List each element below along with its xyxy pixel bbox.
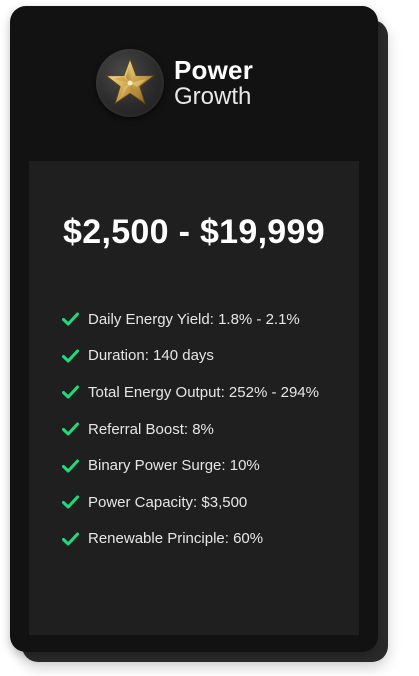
gold-star-icon <box>96 49 164 117</box>
plan-card: Power Growth $2,500 - $19,999 Daily Ener… <box>10 6 378 652</box>
check-icon <box>62 495 79 509</box>
feature-item: Referral Boost: 8% <box>62 411 319 448</box>
plan-name-line1: Power <box>174 55 254 85</box>
plan-brand: Power Growth <box>96 48 253 118</box>
plan-name-line2: Growth <box>174 83 252 110</box>
feature-text: Power Capacity: $3,500 <box>88 493 248 511</box>
check-icon <box>62 349 79 363</box>
feature-item: Duration: 140 days <box>62 338 319 375</box>
feature-text: Referral Boost: 8% <box>88 420 214 438</box>
check-icon <box>62 422 79 436</box>
check-icon <box>62 385 79 399</box>
feature-text: Renewable Principle: 60% <box>88 530 264 548</box>
check-icon <box>62 459 79 473</box>
feature-item: Binary Power Surge: 10% <box>62 447 319 484</box>
feature-list: Daily Energy Yield: 1.8% - 2.1% Duration… <box>62 301 319 557</box>
feature-item: Daily Energy Yield: 1.8% - 2.1% <box>62 301 319 338</box>
feature-item: Renewable Principle: 60% <box>62 521 319 558</box>
feature-text: Daily Energy Yield: 1.8% - 2.1% <box>88 310 300 328</box>
feature-text: Binary Power Surge: 10% <box>88 457 260 475</box>
check-icon <box>62 532 79 546</box>
check-icon <box>62 312 79 326</box>
plan-name: Power Growth <box>174 57 253 109</box>
feature-item: Power Capacity: $3,500 <box>62 484 319 521</box>
feature-item: Total Energy Output: 252% - 294% <box>62 374 319 411</box>
price-range: $2,500 - $19,999 <box>63 213 325 251</box>
feature-text: Total Energy Output: 252% - 294% <box>88 383 319 401</box>
feature-text: Duration: 140 days <box>88 347 214 365</box>
plan-details-panel: $2,500 - $19,999 Daily Energy Yield: 1.8… <box>29 161 359 635</box>
